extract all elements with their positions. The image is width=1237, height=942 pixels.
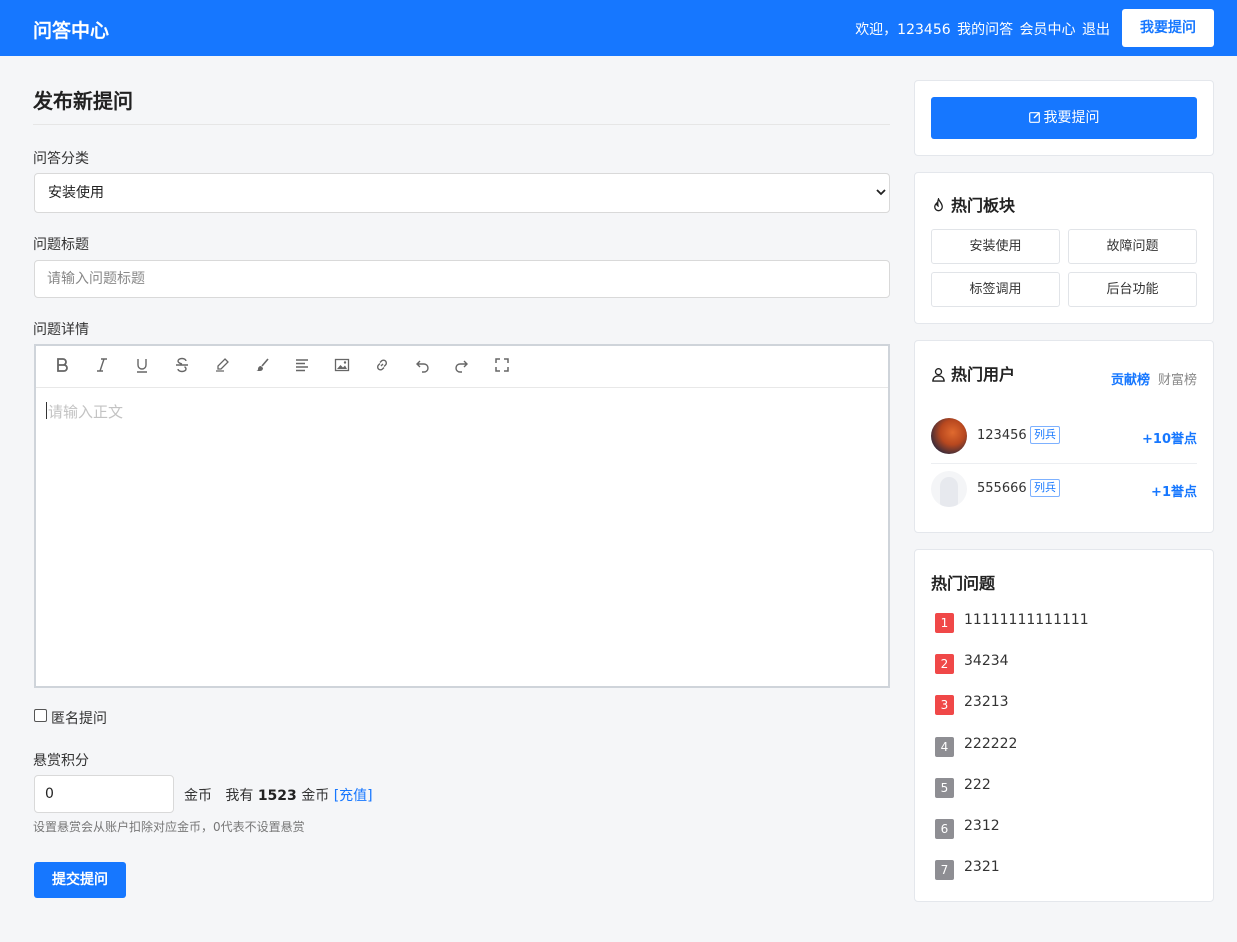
fullscreen-icon[interactable] — [493, 357, 511, 375]
tab-contribution[interactable]: 贡献榜 — [1111, 373, 1150, 388]
italic-icon[interactable] — [93, 357, 111, 375]
board-item[interactable]: 标签调用 — [931, 272, 1060, 307]
avatar[interactable] — [931, 471, 967, 507]
hot-question-link[interactable]: 222222 — [964, 736, 1017, 752]
rank-number: 5 — [935, 778, 954, 798]
hot-boards-card: 热门板块 安装使用 故障问题 标签调用 后台功能 — [914, 172, 1214, 324]
hot-questions-card: 热门问题 1 11111111111111 2 34234 3 23213 4 … — [914, 549, 1214, 902]
header-ask-button[interactable]: 我要提问 — [1122, 9, 1214, 47]
format-brush-icon[interactable] — [253, 357, 271, 375]
hot-questions-title: 热门问题 — [931, 574, 996, 593]
rank-tabs: 贡献榜 财富榜 — [1111, 369, 1197, 388]
hot-users-card: 热门用户 贡献榜 财富榜 123456 列兵 +10誉点 555666 列兵 +1… — [914, 340, 1214, 533]
board-item[interactable]: 故障问题 — [1068, 229, 1197, 264]
rank-number: 7 — [935, 860, 954, 880]
welcome-text: 欢迎，123456 — [855, 22, 951, 38]
recharge-link[interactable]: [充值] — [334, 788, 373, 804]
category-select[interactable]: 安装使用 — [34, 173, 890, 213]
bold-icon[interactable] — [53, 357, 71, 375]
hot-user-row[interactable]: 123456 列兵 +10誉点 — [931, 411, 1197, 464]
board-item[interactable]: 安装使用 — [931, 229, 1060, 264]
strikethrough-icon[interactable] — [173, 357, 191, 375]
nav-logout[interactable]: 退出 — [1082, 22, 1110, 38]
editor-toolbar — [36, 346, 888, 388]
category-selected-value: 安装使用 — [48, 185, 104, 201]
chevron-down-icon — [876, 174, 886, 229]
rank-badge: 列兵 — [1030, 426, 1060, 444]
question-title-input[interactable]: 请输入问题标题 — [34, 260, 890, 298]
bounty-input[interactable]: 0 — [34, 775, 174, 813]
sidebar-ask-button[interactable]: 我要提问 — [931, 97, 1197, 139]
undo-icon[interactable] — [413, 357, 431, 375]
rich-text-editor: 请输入正文 — [34, 344, 890, 688]
fire-icon — [931, 196, 951, 215]
user-name[interactable]: 123456 — [977, 428, 1027, 443]
rank-number: 3 — [935, 695, 954, 715]
bounty-unit: 金币 — [184, 788, 212, 804]
avatar[interactable] — [931, 418, 967, 454]
hot-question-link[interactable]: 23213 — [964, 694, 1009, 710]
hot-question-link[interactable]: 2312 — [964, 818, 1000, 834]
align-left-icon[interactable] — [293, 357, 311, 375]
top-navbar: 问答中心 欢迎，123456 我的问答 会员中心 退出 我要提问 — [0, 0, 1237, 56]
balance-prefix: 我有 — [225, 788, 254, 804]
underline-icon[interactable] — [133, 357, 151, 375]
hot-question-link[interactable]: 2321 — [964, 859, 1000, 875]
redo-icon[interactable] — [453, 357, 471, 375]
user-icon — [931, 365, 951, 384]
nav-member-center[interactable]: 会员中心 — [1020, 22, 1076, 38]
hot-question-link[interactable]: 222 — [964, 777, 991, 793]
rank-number: 4 — [935, 737, 954, 757]
balance-amount: 1523 — [257, 788, 297, 804]
text-caret — [46, 402, 47, 419]
page-title: 发布新提问 — [33, 89, 133, 113]
submit-question-button[interactable]: 提交提问 — [34, 862, 126, 898]
rank-number: 6 — [935, 819, 954, 839]
hot-users-title: 热门用户 — [931, 361, 1015, 385]
hot-question-link[interactable]: 34234 — [964, 653, 1009, 669]
hot-boards-title: 热门板块 — [931, 192, 1015, 216]
editor-placeholder: 请输入正文 — [48, 403, 124, 421]
tab-wealth[interactable]: 财富榜 — [1158, 373, 1197, 388]
title-divider — [33, 124, 890, 125]
site-brand[interactable]: 问答中心 — [33, 16, 109, 43]
board-item[interactable]: 后台功能 — [1068, 272, 1197, 307]
sidebar-ask-label: 我要提问 — [1043, 110, 1100, 126]
highlight-icon[interactable] — [213, 357, 231, 375]
category-label: 问答分类 — [33, 151, 89, 167]
hot-user-row[interactable]: 555666 列兵 +1誉点 — [931, 464, 1197, 517]
title-label: 问题标题 — [33, 237, 89, 253]
anonymous-label[interactable]: 匿名提问 — [51, 708, 107, 728]
user-points: +1誉点 — [1151, 485, 1197, 500]
user-nav: 欢迎，123456 我的问答 会员中心 退出 — [855, 19, 1110, 39]
detail-label: 问题详情 — [33, 322, 89, 338]
ask-card: 我要提问 — [914, 80, 1214, 156]
anonymous-checkbox[interactable] — [34, 709, 47, 722]
bounty-info: 金币 我有 1523 金币 [充值] — [184, 785, 373, 805]
nav-my-questions[interactable]: 我的问答 — [957, 22, 1013, 38]
user-points: +10誉点 — [1142, 432, 1197, 447]
user-name[interactable]: 555666 — [977, 481, 1027, 496]
hot-boards-title-text: 热门板块 — [951, 196, 1016, 215]
link-icon[interactable] — [373, 357, 391, 375]
edit-icon — [1028, 110, 1044, 126]
rank-number: 2 — [935, 654, 954, 674]
image-icon[interactable] — [333, 357, 351, 375]
hot-question-link[interactable]: 11111111111111 — [964, 612, 1089, 628]
rank-badge: 列兵 — [1030, 479, 1060, 497]
editor-content-area[interactable]: 请输入正文 — [36, 388, 888, 686]
balance-unit: 金币 — [301, 788, 330, 804]
bounty-label: 悬赏积分 — [33, 753, 89, 769]
rank-number: 1 — [935, 613, 954, 633]
bounty-hint: 设置悬赏会从账户扣除对应金币，0代表不设置悬赏 — [33, 820, 305, 834]
hot-users-title-text: 热门用户 — [951, 365, 1016, 384]
